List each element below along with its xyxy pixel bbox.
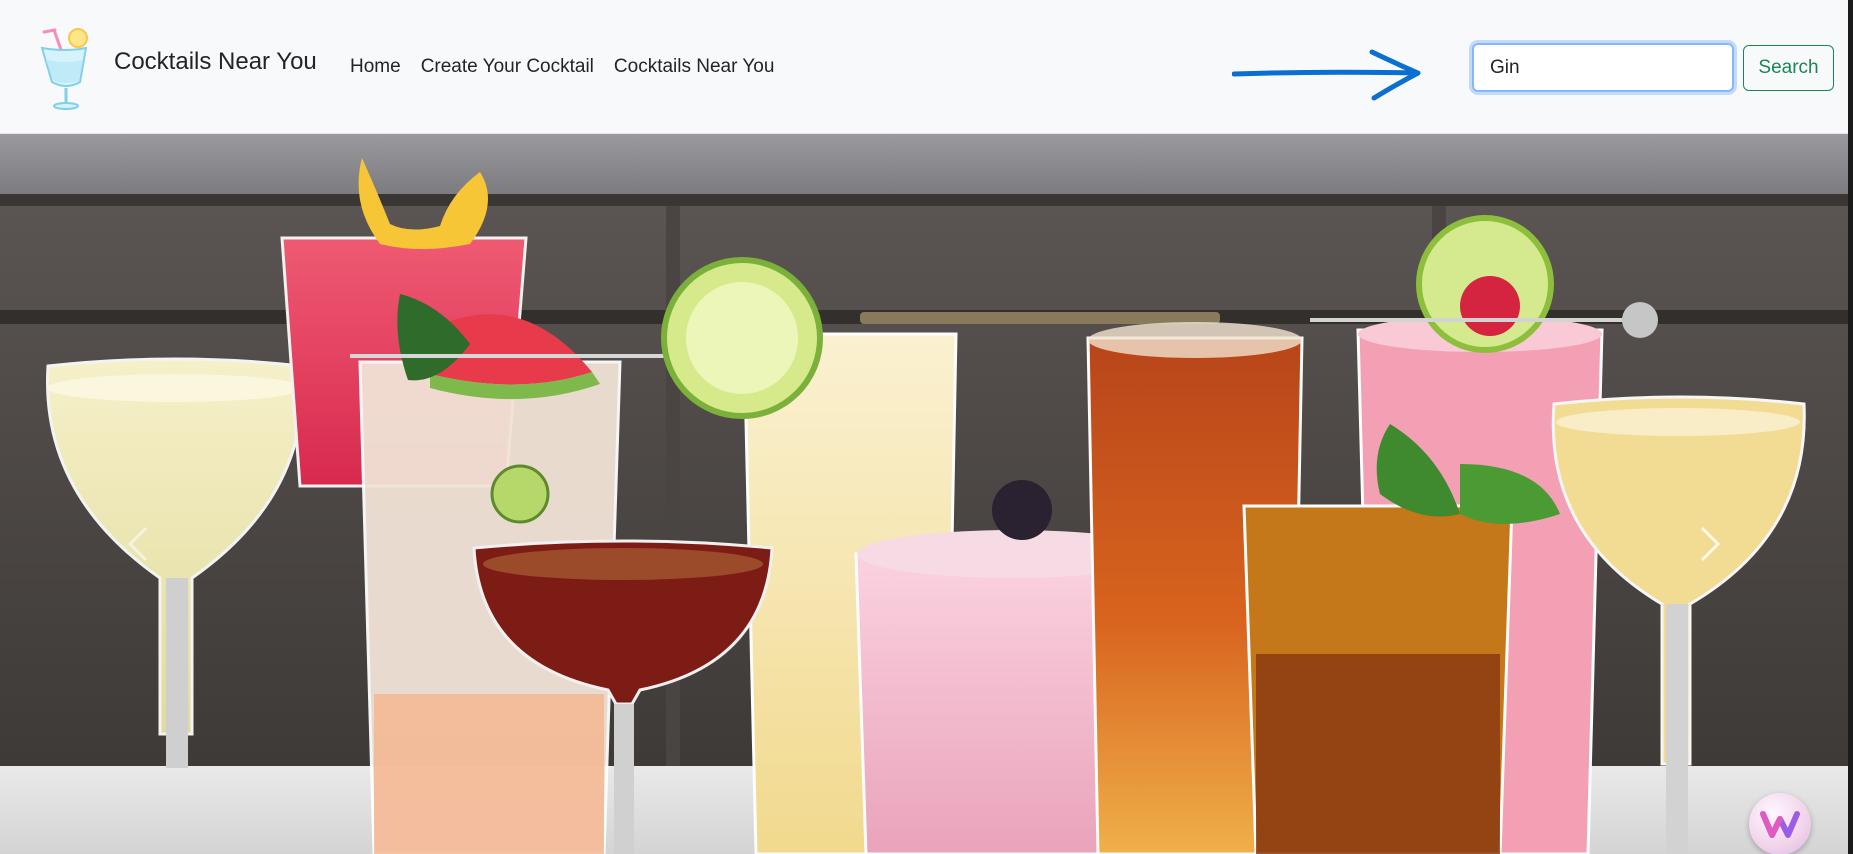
carousel-next-button[interactable] xyxy=(1680,504,1740,584)
search-input[interactable] xyxy=(1472,43,1734,92)
annotation-arrow-icon xyxy=(1232,49,1421,101)
nav-home[interactable]: Home xyxy=(350,56,401,78)
window-edge xyxy=(1848,0,1853,854)
cocktail-logo-icon[interactable] xyxy=(36,24,94,110)
carousel-prev-button[interactable] xyxy=(108,504,168,584)
hero-carousel xyxy=(0,134,1848,854)
chevron-left-icon xyxy=(127,526,148,562)
w-logo-icon xyxy=(1760,811,1800,838)
cocktails-hero-image xyxy=(0,134,1848,854)
nav-cocktails-near-you[interactable]: Cocktails Near You xyxy=(614,56,775,78)
brand-name[interactable]: Cocktails Near You xyxy=(114,48,317,76)
floating-assistant-button[interactable] xyxy=(1749,793,1811,854)
chevron-right-icon xyxy=(1700,526,1721,562)
navbar: Cocktails Near You Home Create Your Cock… xyxy=(0,0,1853,134)
nav-create-your-cocktail[interactable]: Create Your Cocktail xyxy=(421,56,594,78)
search-button[interactable]: Search xyxy=(1743,45,1834,91)
main-nav: Home Create Your Cocktail Cocktails Near… xyxy=(350,56,774,78)
